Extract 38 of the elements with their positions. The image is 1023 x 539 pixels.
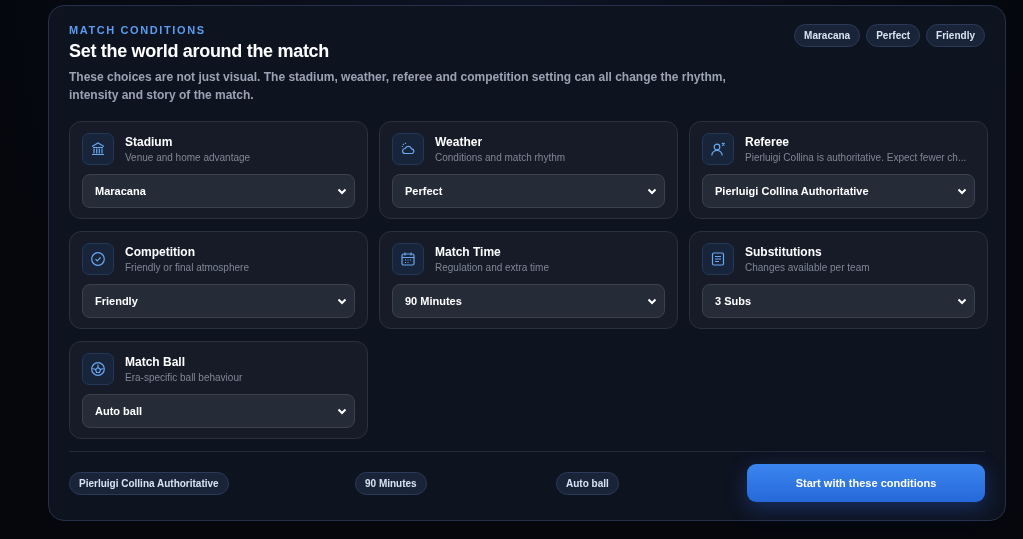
- summary-chip: Maracana: [794, 24, 861, 47]
- setting-subtitle: Friendly or final atmosphere: [125, 262, 249, 273]
- setting-dropdown[interactable]: Perfect: [392, 174, 665, 208]
- summary-chip: Friendly: [926, 24, 985, 47]
- summary-chip: Pierluigi Collina Authoritative: [69, 471, 229, 495]
- summary-chip: Perfect: [866, 24, 921, 47]
- section-title: Set the world around the match: [69, 41, 331, 62]
- setting-dropdown[interactable]: 3 Subs: [702, 284, 975, 318]
- setting-subtitle: Era-specific ball behaviour: [125, 372, 243, 383]
- setting-dropdown[interactable]: Auto ball: [82, 394, 355, 428]
- setting-dropdown[interactable]: 90 Minutes: [392, 284, 665, 318]
- setting-title: Referee: [745, 135, 791, 149]
- list-icon: [710, 251, 726, 267]
- sun-cloud-icon: [400, 141, 416, 157]
- section-eyebrow: MATCH CONDITIONS: [69, 24, 207, 36]
- setting-title: Stadium: [125, 135, 174, 149]
- check-circle-icon: [90, 251, 106, 267]
- setting-title: Weather: [435, 135, 484, 149]
- summary-chip: Auto ball: [556, 471, 619, 495]
- start-button[interactable]: Start with these conditions: [747, 464, 985, 502]
- calendar-icon: [400, 251, 416, 267]
- setting-title: Competition: [125, 245, 196, 259]
- setting-subtitle: Pierluigi Collina is authoritative. Expect fewer ch...: [745, 152, 967, 163]
- setting-subtitle: Venue and home advantage: [125, 152, 251, 163]
- setting-subtitle: Conditions and match rhythm: [435, 152, 566, 163]
- setting-dropdown[interactable]: Maracana: [82, 174, 355, 208]
- setting-title: Substitutions: [745, 245, 823, 259]
- person-icon: [710, 141, 726, 157]
- setting-subtitle: Regulation and extra time: [435, 262, 549, 273]
- setting-title: Match Time: [435, 245, 502, 259]
- setting-dropdown[interactable]: Friendly: [82, 284, 355, 318]
- building-icon: [90, 141, 106, 157]
- summary-chip: 90 Minutes: [355, 471, 427, 495]
- section-description: These choices are not just visual. The stadium, weather, referee and competition setting can all change the rhythm, intensity and story of the match.: [69, 69, 727, 104]
- setting-subtitle: Changes available per team: [745, 262, 870, 273]
- setting-title: Match Ball: [125, 355, 186, 369]
- ball-icon: [90, 361, 106, 377]
- setting-dropdown[interactable]: Pierluigi Collina Authoritative: [702, 174, 975, 208]
